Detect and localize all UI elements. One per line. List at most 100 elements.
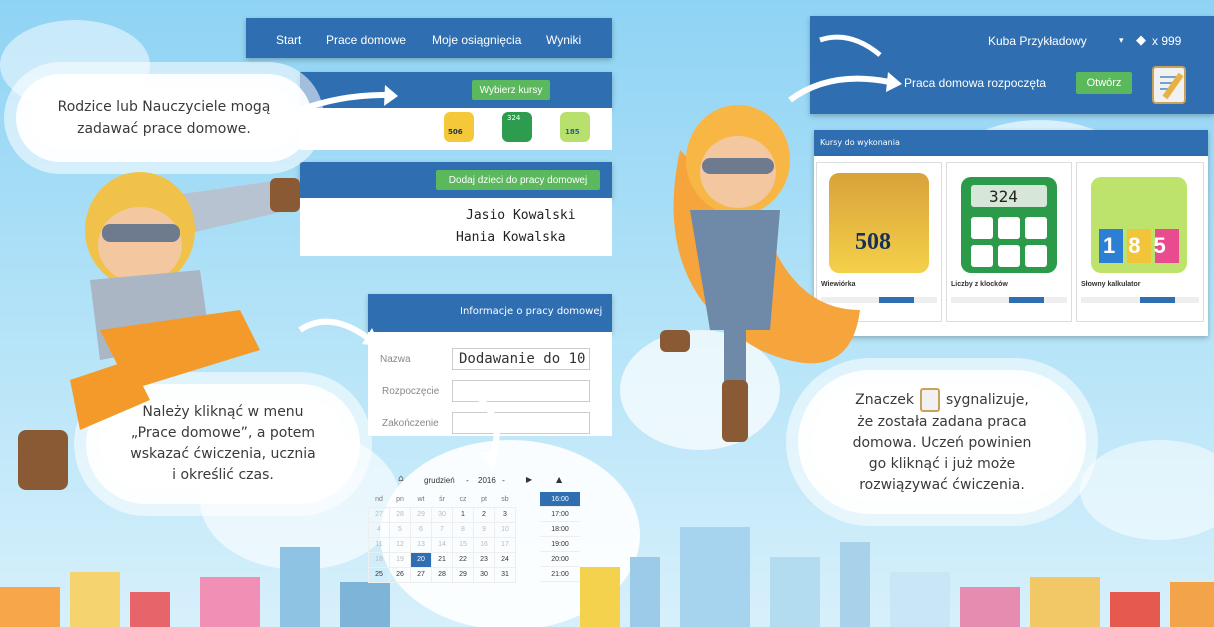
homework-clipboard-icon[interactable] (1152, 66, 1186, 104)
time-option[interactable]: 18:00 (540, 522, 580, 537)
next-month-icon[interactable]: ▶ (526, 475, 532, 484)
calendar-day[interactable]: 1 (452, 506, 474, 523)
course-card[interactable]: 324 Liczby z klocków (946, 162, 1072, 322)
calendar-day[interactable]: 4 (368, 521, 390, 538)
time-option[interactable]: 19:00 (540, 537, 580, 552)
course-icon-blocks[interactable]: 185 (560, 112, 590, 142)
bubble-line: zadawać prace domowe. (77, 121, 251, 137)
bubble-line: Rodzice lub Nauczyciele mogą (57, 99, 271, 115)
time-list: 16:00 17:00 18:00 19:00 20:00 21:00 (540, 492, 580, 582)
nav-start[interactable]: Start (276, 33, 301, 47)
course-icon-pear-number: 506 (448, 128, 463, 136)
calendar-day[interactable]: 11 (368, 536, 390, 553)
calendar-separator: - (466, 476, 469, 485)
calendar-day[interactable]: 26 (389, 566, 411, 583)
name-input[interactable]: Dodawanie do 10 (452, 348, 590, 370)
calendar-day[interactable]: 29 (452, 566, 474, 583)
calendar-day[interactable]: 3 (494, 506, 516, 523)
end-label: Zakończenie (382, 418, 439, 429)
calendar-day[interactable]: 24 (494, 551, 516, 568)
nav-prace-domowe[interactable]: Prace domowe (326, 33, 406, 47)
calendar-day[interactable]: 30 (431, 506, 453, 523)
time-option[interactable]: 17:00 (540, 507, 580, 522)
end-input[interactable] (452, 412, 590, 434)
child-item[interactable]: Hania Kowalska (456, 230, 566, 245)
calendar-day[interactable]: 14 (431, 536, 453, 553)
homework-info-title: Informacje o pracy domowej (460, 306, 603, 317)
course-progress (951, 297, 1067, 303)
calendar-grid: nd pn wt śr cz pt sb 27 28 29 30 1 2 3 4 5 6 7 8 9 10 11 12 13 1… (368, 492, 516, 583)
gem-icon: ◆ (1136, 33, 1146, 48)
time-option[interactable]: 16:00 (540, 492, 580, 507)
course-card[interactable]: 185 Słowny kalkulator (1076, 162, 1204, 322)
home-icon[interactable]: ⌂ (398, 474, 404, 484)
weekday-header: nd (375, 495, 383, 503)
course-icon-blocks-number: 185 (565, 128, 580, 136)
open-homework-button[interactable]: Otwórz (1076, 72, 1132, 94)
course-icon-calculator-number: 324 (507, 114, 521, 122)
calendar-day[interactable]: 5 (389, 521, 411, 538)
choose-courses-button[interactable]: Wybierz kursy (472, 80, 550, 100)
calendar-day[interactable]: 2 (473, 506, 495, 523)
time-option[interactable]: 20:00 (540, 552, 580, 567)
start-label: Rozpoczęcie (382, 386, 440, 397)
course-icon-pear[interactable]: 506 (444, 112, 474, 142)
course-title: Liczby z klocków (951, 281, 1008, 288)
selected-courses-row: 506 324 185 (300, 108, 612, 150)
add-children-button[interactable]: Dodaj dzieci do pracy domowej (436, 170, 600, 190)
calendar-day[interactable]: 28 (389, 506, 411, 523)
weekday-header: pn (396, 495, 404, 503)
calendar-month[interactable]: grudzień (424, 476, 455, 485)
calendar-day[interactable]: 25 (368, 566, 390, 583)
time-option[interactable]: 21:00 (540, 567, 580, 582)
city-skyline (0, 527, 1214, 627)
name-label: Nazwa (380, 354, 411, 365)
nav-moje-osiagniecia[interactable]: Moje osiągnięcia (432, 33, 521, 47)
calendar-day[interactable]: 23 (473, 551, 495, 568)
calendar-day[interactable]: 16 (473, 536, 495, 553)
calendar-day[interactable]: 12 (389, 536, 411, 553)
course-icon-calculator[interactable]: 324 (502, 112, 532, 142)
calendar-day[interactable]: 9 (473, 521, 495, 538)
calendar-day[interactable]: 27 (410, 566, 432, 583)
calendar-day[interactable]: 18 (368, 551, 390, 568)
children-list: Jasio Kowalski Hania Kowalska (300, 198, 612, 256)
bubble-line: go kliknąć i już może (868, 456, 1016, 472)
child-item[interactable]: Jasio Kowalski (466, 208, 576, 223)
calendar-day[interactable]: 27 (368, 506, 390, 523)
calendar-day[interactable]: 8 (452, 521, 474, 538)
calendar-day[interactable]: 6 (410, 521, 432, 538)
weekday-header: pt (481, 495, 487, 503)
course-calculator-image: 324 (961, 177, 1057, 273)
bubble-suffix: sygnalizuje, (945, 391, 1029, 408)
calendar-day[interactable]: 28 (431, 566, 453, 583)
boy-superhero-illustration (18, 172, 300, 490)
calendar-day[interactable]: 20 (410, 551, 432, 568)
calendar-day[interactable]: 30 (473, 566, 495, 583)
calendar-day[interactable]: 19 (389, 551, 411, 568)
homework-started-text: Praca domowa rozpoczęta (904, 76, 1047, 90)
user-dropdown-icon[interactable]: ▾ (1119, 36, 1124, 46)
calendar-year-separator: - (502, 476, 505, 485)
gem-count: x 999 (1152, 34, 1182, 48)
start-input[interactable] (452, 380, 590, 402)
calendar-day[interactable]: 10 (494, 521, 516, 538)
weekday-header: śr (439, 495, 445, 503)
calendar-day[interactable]: 31 (494, 566, 516, 583)
user-name[interactable]: Kuba Przykładowy (988, 34, 1087, 48)
nav-wyniki[interactable]: Wyniki (546, 33, 581, 47)
homework-info-header: Informacje o pracy domowej (368, 294, 612, 332)
calendar-year[interactable]: 2016 (478, 476, 496, 485)
calendar-day[interactable]: 22 (452, 551, 474, 568)
calendar-day[interactable]: 7 (431, 521, 453, 538)
add-children-bar: Dodaj dzieci do pracy domowej (300, 162, 612, 198)
weekday-header: wt (417, 495, 425, 503)
calendar-day[interactable]: 15 (452, 536, 474, 553)
calendar-day[interactable]: 13 (410, 536, 432, 553)
course-blocks-number: 185 (1103, 233, 1179, 258)
girl-superhero-illustration (660, 105, 860, 442)
calendar-day[interactable]: 21 (431, 551, 453, 568)
calendar-day[interactable]: 17 (494, 536, 516, 553)
calendar-day[interactable]: 29 (410, 506, 432, 523)
time-up-icon[interactable]: ▲ (556, 475, 562, 484)
